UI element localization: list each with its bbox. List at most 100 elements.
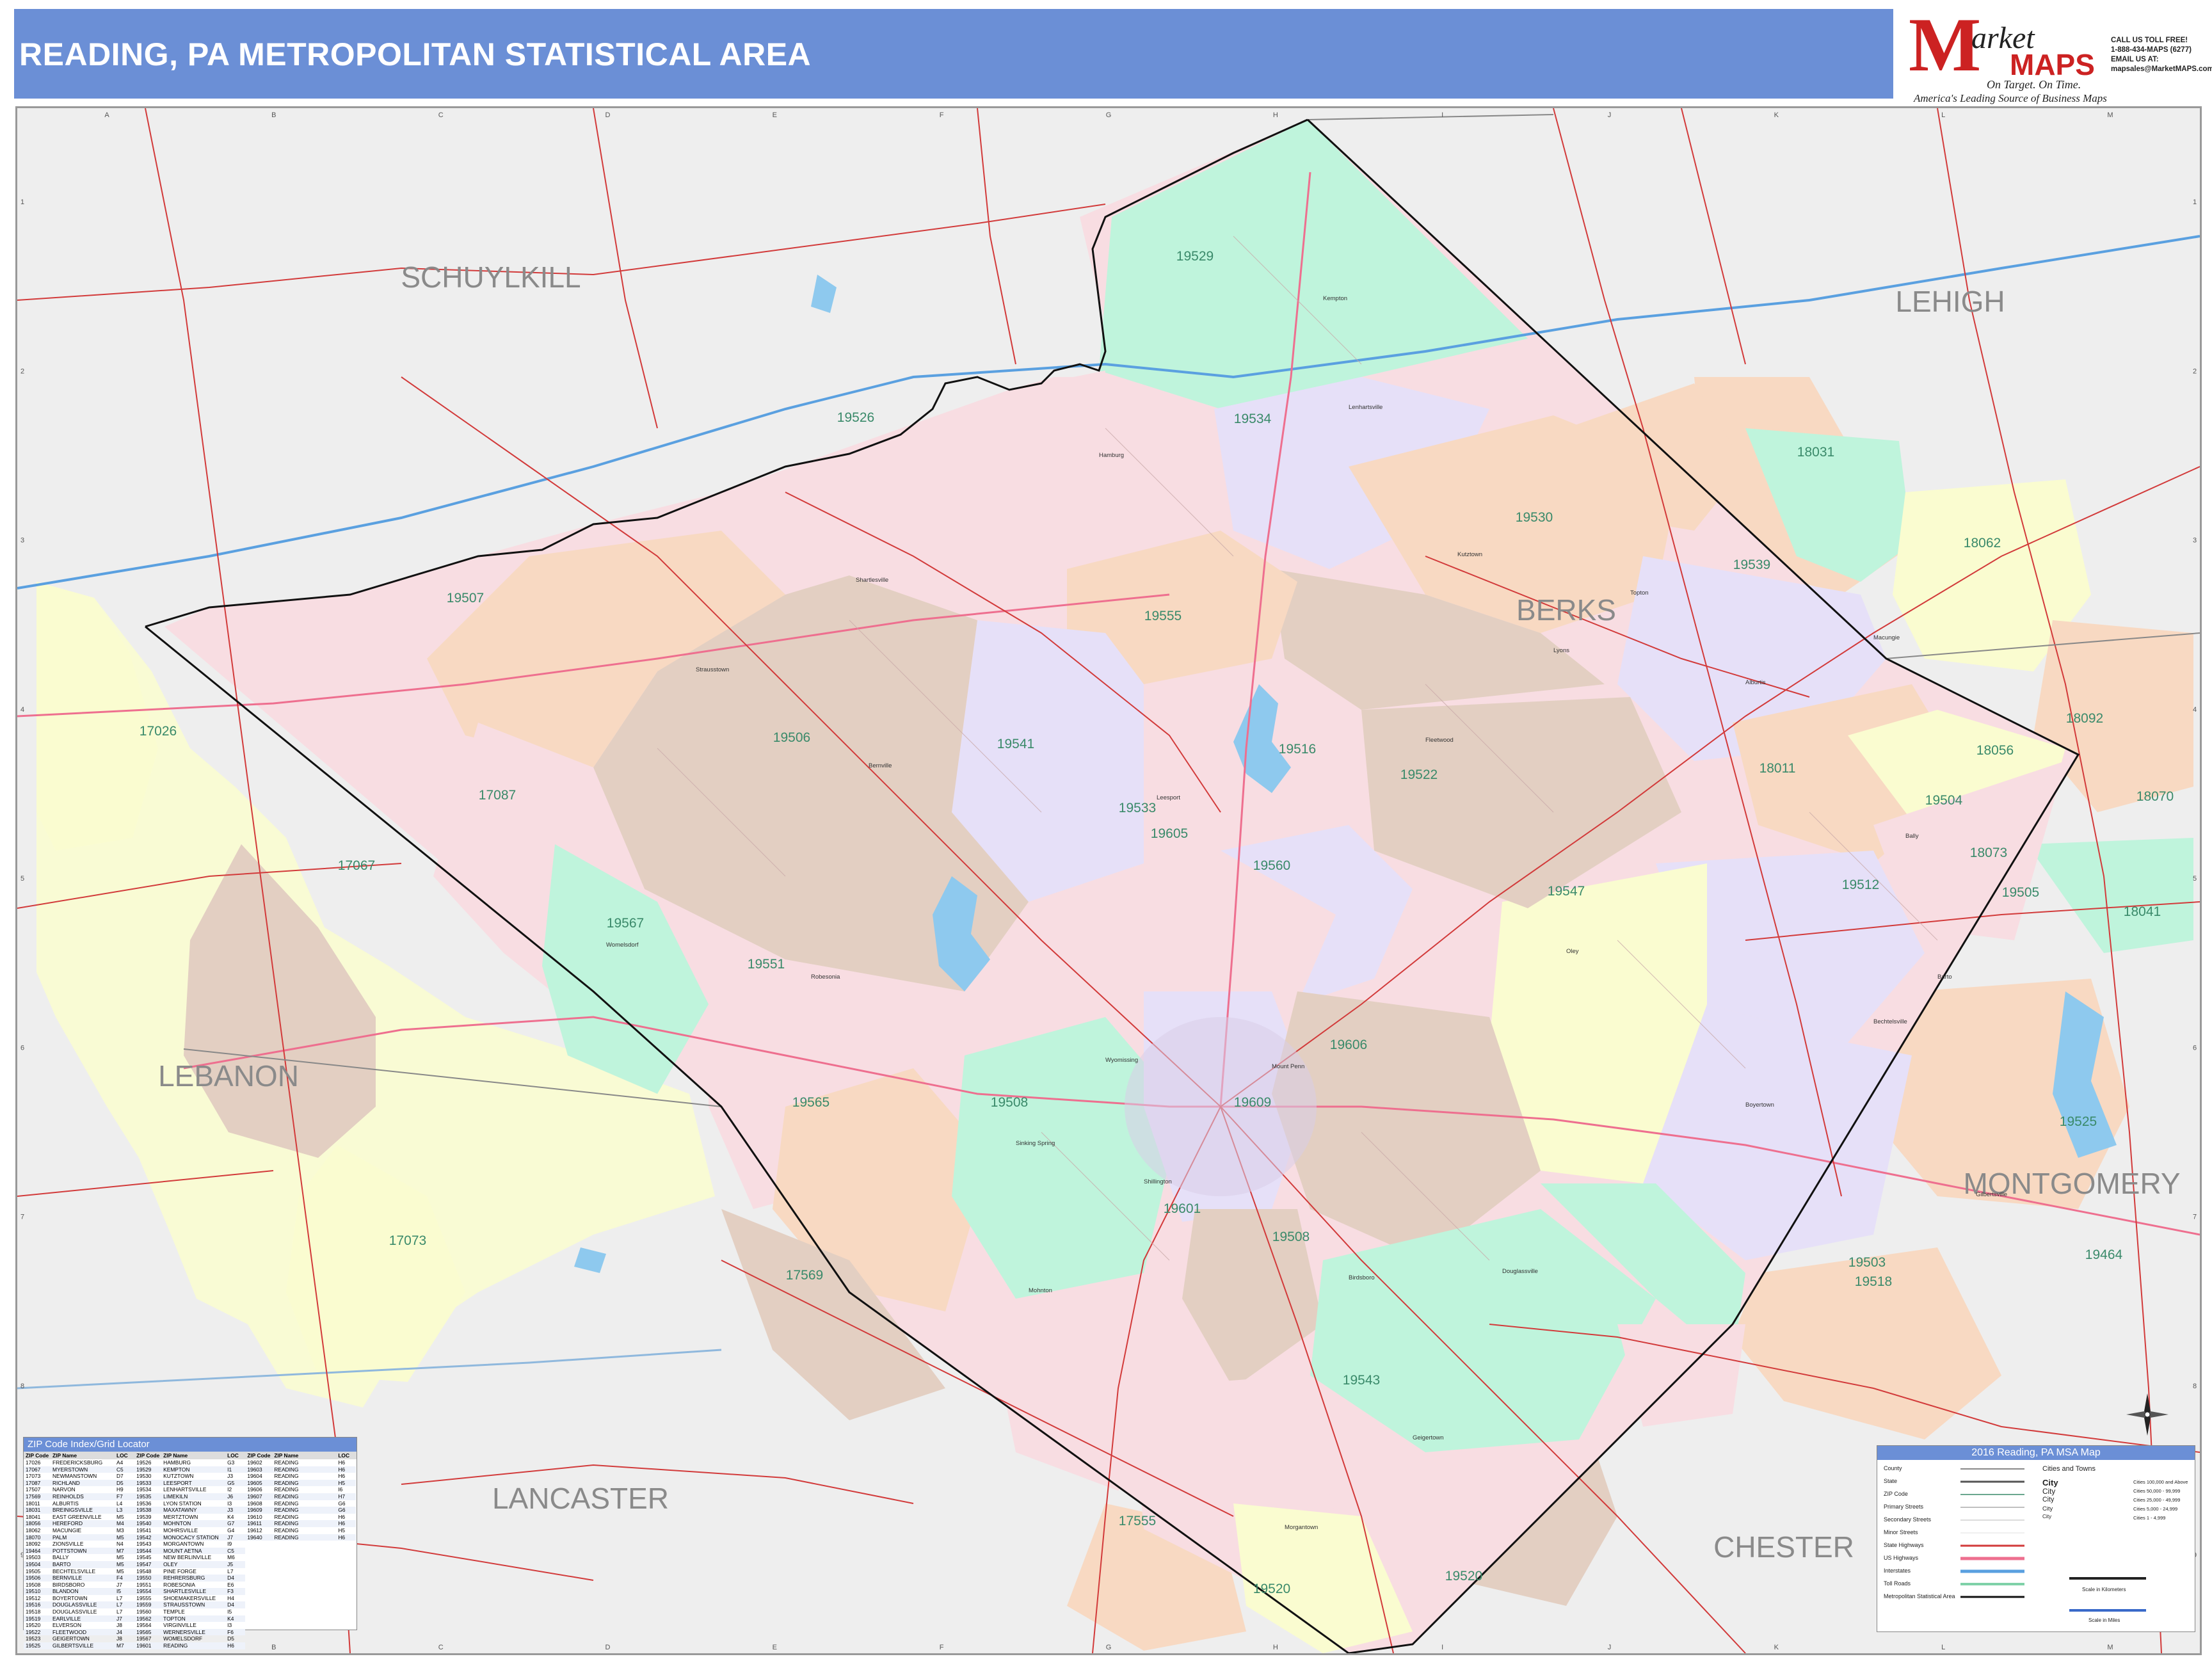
zip-code-cell: 19504 <box>26 1560 41 1567</box>
grid-column-label: M <box>2107 1644 2113 1651</box>
zip-code-cell: 19548 <box>136 1567 152 1575</box>
grid-row-label: 1 <box>20 198 24 206</box>
zip-name-cell: ZIONSVILLE <box>52 1541 84 1548</box>
zip-index-row: 19640 READING H6 <box>245 1534 357 1541</box>
zip-loc-cell: H6 <box>338 1520 346 1527</box>
zip-name-cell: READING <box>274 1473 299 1480</box>
town-macungie: Macungie <box>1873 634 1900 641</box>
zip-code-cell: 19506 <box>26 1575 41 1582</box>
grid-row-label: 4 <box>20 706 24 714</box>
zip-name-cell: LENHARTSVILLE <box>163 1486 207 1493</box>
zip-code-cell: 19543 <box>136 1541 152 1548</box>
zip-loc-cell: K4 <box>227 1513 234 1520</box>
county-label-lancaster: LANCASTER <box>492 1482 669 1515</box>
zip-code-cell: 19555 <box>136 1594 152 1601</box>
grid-column-label: G <box>1106 1644 1112 1651</box>
grid-column-label: H <box>1273 111 1278 119</box>
contact-email[interactable]: mapsales@MarketMAPS.com <box>2111 65 2212 74</box>
zip-label: 19534 <box>1234 412 1272 426</box>
zip-loc-cell: H5 <box>338 1527 346 1534</box>
zip-index-row: 19464 POTTSTOWN M7 <box>24 1547 135 1555</box>
legend-scale-mi: Scale in Miles <box>2088 1617 2120 1623</box>
town-robesonia: Robesonia <box>811 974 840 981</box>
zip-index-row: 19562 TOPTON K4 <box>134 1615 246 1623</box>
zip-index-row: 18056 HEREFORD M4 <box>24 1520 135 1527</box>
zip-name-cell: HEREFORD <box>52 1520 83 1527</box>
town-strausstown: Strausstown <box>696 666 729 673</box>
zip-name-cell: FLEETWOOD <box>52 1628 87 1635</box>
zip-code-cell: 19503 <box>26 1554 41 1561</box>
town-hamburg: Hamburg <box>1099 452 1124 459</box>
zip-name-cell: BREINIGSVILLE <box>52 1507 93 1514</box>
zip-label: 19520 <box>1253 1582 1290 1596</box>
grid-column-label: D <box>605 1644 611 1651</box>
page-title: READING, PA METROPOLITAN STATISTICAL ARE… <box>19 36 812 72</box>
zip-name-cell: LIMEKILN <box>163 1493 188 1500</box>
zip-loc-cell: J7 <box>116 1615 122 1622</box>
zip-index-row: 19559 STRAUSSTOWN D4 <box>134 1601 246 1609</box>
zip-label: 19601 <box>1164 1201 1201 1216</box>
zip-index-row: 19565 WERNERSVILLE F6 <box>134 1628 246 1636</box>
town-boyertown: Boyertown <box>1745 1102 1774 1109</box>
zip-loc-cell: I6 <box>338 1486 343 1493</box>
zip-name-cell: READING <box>274 1534 299 1541</box>
map-frame[interactable]: SCHUYLKILL LEHIGH BERKS LEBANON MONTGOME… <box>15 106 2202 1655</box>
zip-code-cell: 19565 <box>136 1628 152 1635</box>
zip-code-cell: 19535 <box>136 1493 152 1500</box>
legend-city-desc: Cities 25,000 - 49,999 <box>2133 1497 2181 1503</box>
header-name: ZIP Name <box>274 1452 299 1459</box>
zip-name-cell: BERNVILLE <box>52 1575 83 1582</box>
grid-row-label: 3 <box>2193 537 2197 545</box>
zip-name-cell: MACUNGIE <box>52 1527 82 1534</box>
zip-index-row: 18092 ZIONSVILLE N4 <box>24 1541 134 1548</box>
zip-index-row: 19525 GILBERTSVILLE M7 <box>24 1642 135 1649</box>
grid-column-label: H <box>1273 1644 1278 1651</box>
zip-code-cell: 19547 <box>136 1560 152 1567</box>
zip-index-row: 19504 BARTO M5 <box>24 1560 135 1568</box>
zip-index-row: 19608 READING G6 <box>245 1500 356 1507</box>
zip-label: 19464 <box>2085 1247 2123 1262</box>
zip-name-cell: TOPTON <box>163 1615 186 1622</box>
zip-label: 19530 <box>1516 510 1553 525</box>
zip-code-cell: 19545 <box>136 1554 152 1561</box>
town-sinking-spring: Sinking Spring <box>1016 1140 1055 1147</box>
legend-item: Minor Streets <box>1884 1529 1918 1535</box>
zip-index-columns: 17026 FREDERICKSBURG A4 17067 MYERSTOWN C5 170… <box>24 1459 357 1649</box>
zip-name-cell: PINE FORGE <box>163 1567 196 1575</box>
zip-loc-cell: I1 <box>227 1466 232 1473</box>
zip-index-row: 19519 EARLVILLE J7 <box>24 1615 135 1623</box>
zip-loc-cell: J8 <box>116 1635 122 1642</box>
zip-loc-cell: H6 <box>338 1459 346 1466</box>
zip-label: 19522 <box>1400 767 1438 782</box>
zip-index-row: 18011 ALBURTIS L4 <box>24 1500 134 1507</box>
grid-column-label: L <box>1941 1644 1945 1651</box>
zip-code-cell: 19540 <box>136 1520 152 1527</box>
map-canvas[interactable]: SCHUYLKILL LEHIGH BERKS LEBANON MONTGOME… <box>17 108 2200 1653</box>
zip-loc-cell: I9 <box>227 1541 232 1548</box>
zip-name-cell: READING <box>274 1507 299 1514</box>
zip-loc-cell: I3 <box>227 1622 232 1629</box>
zip-name-cell: MERTZTOWN <box>163 1513 198 1520</box>
zip-label: 17067 <box>338 858 375 873</box>
grid-column-label: C <box>438 111 444 119</box>
zip-index-row: 19522 FLEETWOOD J4 <box>24 1628 135 1636</box>
zip-code-cell: 19519 <box>26 1615 41 1622</box>
zip-code-cell: 19640 <box>247 1534 262 1541</box>
zip-loc-cell: L7 <box>116 1594 123 1601</box>
town-bernville: Bernville <box>869 762 892 769</box>
zip-loc-cell: G6 <box>338 1507 346 1514</box>
logo-maps: MAPS <box>2010 48 2095 81</box>
zip-name-cell: POTTSTOWN <box>52 1547 87 1554</box>
legend-item: Metropolitan Statistical Area <box>1884 1593 1955 1599</box>
zip-code-cell: 19536 <box>136 1500 152 1507</box>
zip-loc-cell: M3 <box>116 1527 124 1534</box>
zip-name-cell: FREDERICKSBURG <box>52 1459 103 1466</box>
grid-column-label: L <box>1941 111 1945 119</box>
zip-index-row: 19550 REHRERSBURG D4 <box>134 1575 246 1582</box>
logo-m: M <box>1909 2 1982 87</box>
zip-index-row: 19548 PINE FORGE L7 <box>134 1568 245 1575</box>
zip-name-cell: TEMPLE <box>163 1608 185 1615</box>
zip-code-cell: 19564 <box>136 1622 152 1629</box>
zip-name-cell: READING <box>274 1520 299 1527</box>
zip-code-cell: 19608 <box>247 1500 262 1507</box>
